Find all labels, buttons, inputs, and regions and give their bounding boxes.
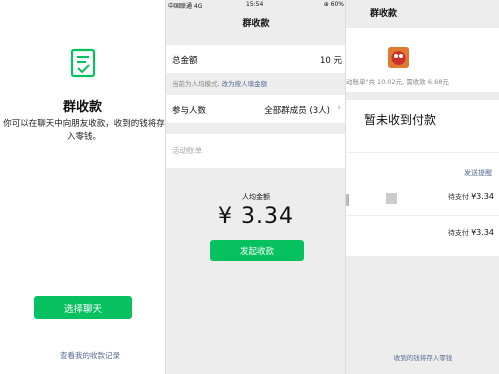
- average-amount-value: ¥ 3.34: [218, 204, 294, 229]
- create-collection-panel: 中国联通 4G 15:54 ⊕ 60% 群收款 总金额 10 元 当前为人均模式…: [165, 0, 346, 374]
- participants-value: 全部群成员 (3人): [264, 106, 330, 116]
- collection-status-panel: 群收款 动账单"共 10.02元, 需收款 6.68元 暂未收到付款 发送提醒 …: [345, 0, 499, 374]
- participants-label: 参与人数: [172, 106, 207, 116]
- nav-title: 群收款: [242, 19, 270, 29]
- intro-description: 你可以在聊天中向朋友收款，收到的钱将存 入零钱。: [0, 118, 165, 144]
- payment-status-title: 暂未收到付款: [364, 113, 437, 127]
- payment-row: 待支付 ¥3.34: [448, 228, 494, 238]
- document-check-icon: [70, 48, 96, 78]
- collection-summary-text: 动账单"共 10.02元, 需收款 6.68元: [346, 78, 449, 86]
- payment-status: 待支付: [447, 193, 469, 201]
- member-avatar-placeholder: [346, 194, 349, 206]
- page-title: 群收款: [62, 100, 102, 115]
- total-amount-row[interactable]: 总金额 10 元: [166, 45, 346, 73]
- send-reminder-link[interactable]: 发送提醒: [464, 168, 492, 178]
- carrier-text: 中国联通 4G: [168, 3, 203, 10]
- avatar: [388, 47, 409, 68]
- member-avatar-placeholder: [386, 193, 397, 204]
- mode-hint: 当前为人均模式, 改为按人填金额: [172, 78, 267, 88]
- description-line: 你可以在聊天中向朋友收款，收到的钱将存: [3, 119, 165, 129]
- payment-row: 待支付 ¥3.34: [448, 192, 494, 202]
- chevron-right-icon: ›: [337, 103, 341, 113]
- group-collect-intro-panel: 群收款 你可以在聊天中向朋友收款，收到的钱将存 入零钱。 选择聊天 查看我的收款…: [0, 0, 165, 374]
- average-amount-label: 人均金额: [242, 193, 270, 201]
- total-amount-value[interactable]: 10 元: [320, 54, 342, 66]
- payment-amount: ¥3.34: [471, 192, 494, 201]
- total-amount-label: 总金额: [172, 56, 198, 66]
- choose-chat-button[interactable]: 选择聊天: [34, 296, 132, 319]
- change-mode-link[interactable]: 改为按人填金额: [222, 80, 268, 88]
- mode-hint-text: 当前为人均模式,: [172, 80, 220, 88]
- status-bar: 中国联通 4G 15:54 ⊕ 60%: [166, 0, 346, 10]
- description-line: 入零钱。: [66, 132, 101, 142]
- payment-amount: ¥3.34: [471, 228, 494, 237]
- activity-bill-placeholder: 活动账单: [172, 146, 202, 155]
- divider: [346, 152, 499, 153]
- avatar-image: [388, 47, 409, 68]
- view-records-link[interactable]: 查看我的收款记录: [0, 350, 165, 361]
- battery-text: ⊕ 60%: [323, 1, 344, 8]
- start-collection-button[interactable]: 发起收款: [210, 240, 304, 261]
- nav-title: 群收款: [370, 9, 398, 19]
- participants-row[interactable]: 参与人数 全部群成员 (3人) ›: [166, 95, 346, 123]
- change-wallet-link[interactable]: 收到的钱将存入零钱: [346, 352, 499, 362]
- clock-text: 15:54: [246, 1, 264, 8]
- payment-status: 待支付: [447, 229, 469, 237]
- divider: [346, 215, 499, 216]
